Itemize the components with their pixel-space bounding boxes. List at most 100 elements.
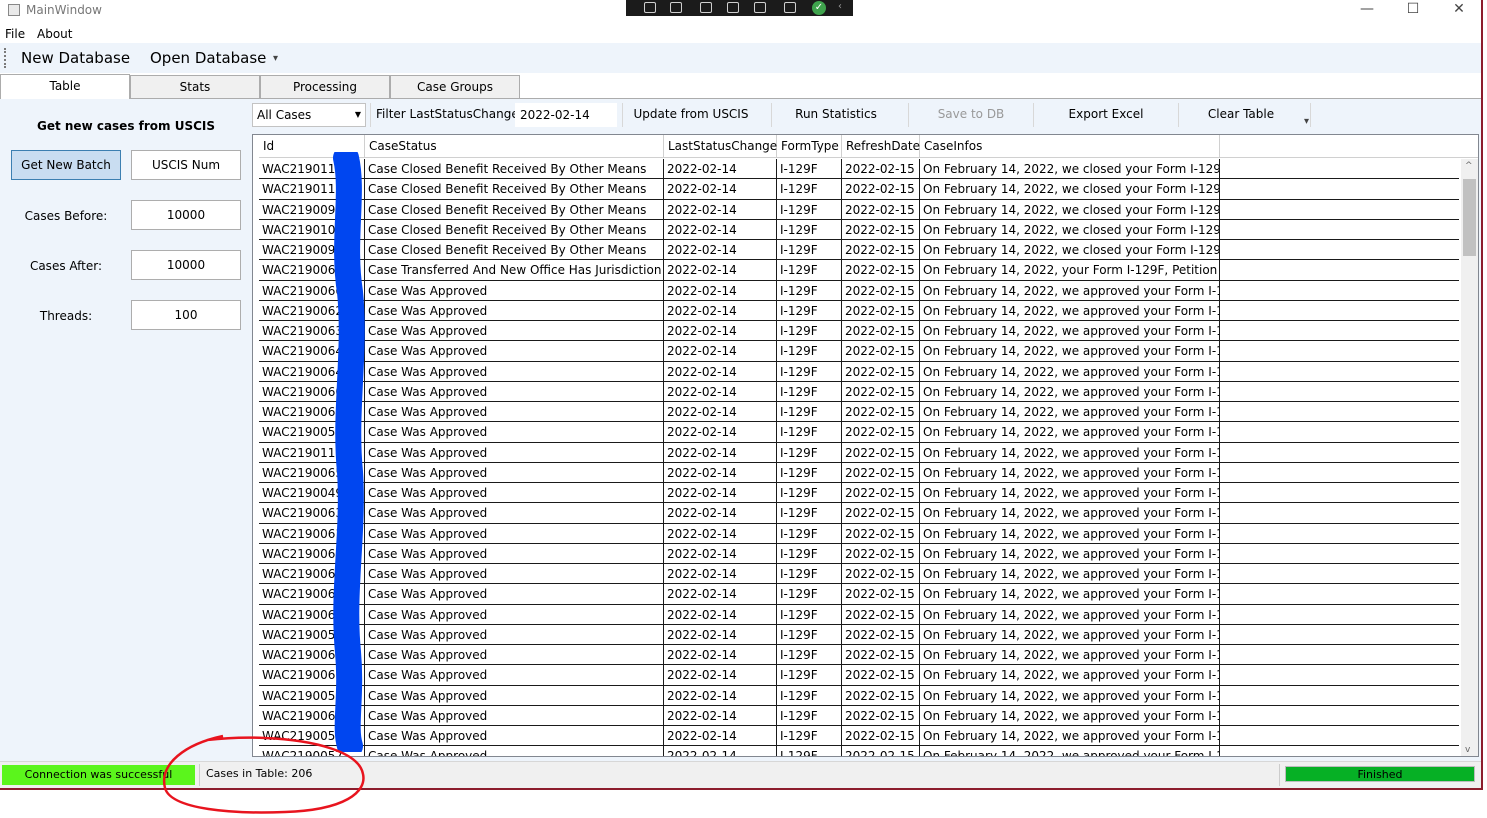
table-row[interactable]: WAC2190060 Case Was Approved 2022-02-14 I-1… xyxy=(259,604,1459,625)
cell-casestatus[interactable]: Case Closed Benefit Received By Other Me… xyxy=(365,199,664,220)
cell-caseinfos[interactable]: On February 14, 2022, we approved your F… xyxy=(920,381,1220,402)
cell-casestatus[interactable]: Case Closed Benefit Received By Other Me… xyxy=(365,240,664,260)
table-row[interactable]: WAC2190064 Case Was Approved 2022-02-14 I-1… xyxy=(259,341,1459,362)
cell-caseinfos[interactable]: On February 14, 2022, we approved your F… xyxy=(920,483,1220,503)
cell-laststatuschange[interactable]: 2022-02-14 xyxy=(664,705,777,726)
cell-refreshdate[interactable]: 2022-02-15 xyxy=(842,705,920,726)
cell-refreshdate[interactable]: 2022-02-15 xyxy=(842,523,920,544)
table-row[interactable]: WAC2190064 Case Was Approved 2022-02-14 I-1… xyxy=(259,402,1459,423)
toolbar-grip[interactable] xyxy=(4,48,7,68)
cell-refreshdate[interactable]: 2022-02-15 xyxy=(842,361,920,382)
cell-refreshdate[interactable]: 2022-02-15 xyxy=(842,685,920,706)
cell-casestatus[interactable]: Case Was Approved xyxy=(365,321,664,341)
cell-refreshdate[interactable]: 2022-02-15 xyxy=(842,321,920,341)
cell-caseinfos[interactable]: On February 14, 2022, we approved your F… xyxy=(920,584,1220,605)
cell-formtype[interactable]: I-129F xyxy=(777,503,842,524)
cell-casestatus[interactable]: Case Was Approved xyxy=(365,584,664,605)
cell-casestatus[interactable]: Case Was Approved xyxy=(365,665,664,686)
cell-laststatuschange[interactable]: 2022-02-14 xyxy=(664,564,777,584)
cell-casestatus[interactable]: Case Was Approved xyxy=(365,442,664,463)
cell-laststatuschange[interactable]: 2022-02-14 xyxy=(664,726,777,746)
cell-caseinfos[interactable]: On February 14, 2022, we approved your F… xyxy=(920,280,1220,301)
cell-formtype[interactable]: I-129F xyxy=(777,442,842,463)
cell-formtype[interactable]: I-129F xyxy=(777,665,842,686)
cell-laststatuschange[interactable]: 2022-02-14 xyxy=(664,341,777,362)
cell-formtype[interactable]: I-129F xyxy=(777,240,842,260)
table-row[interactable]: WAC2190058 Case Was Approved 2022-02-14 I-1… xyxy=(259,624,1459,645)
table-row[interactable]: WAC2190113 Case Closed Benefit Received B… xyxy=(259,159,1459,180)
table-row[interactable]: WAC2190062 Case Was Approved 2022-02-14 I-1… xyxy=(259,300,1459,321)
cell-caseinfos[interactable]: On February 14, 2022, we approved your F… xyxy=(920,746,1220,756)
cases-after-input[interactable]: 10000 xyxy=(131,250,241,280)
cell-caseinfos[interactable]: On February 14, 2022, we approved your F… xyxy=(920,604,1220,625)
cell-laststatuschange[interactable]: 2022-02-14 xyxy=(664,199,777,220)
cell-laststatuschange[interactable]: 2022-02-14 xyxy=(664,442,777,463)
cell-formtype[interactable]: I-129F xyxy=(777,746,842,756)
table-row[interactable]: WAC2190065 Case Transferred And New Offic… xyxy=(259,260,1459,281)
table-row[interactable]: WAC2190064 Case Was Approved 2022-02-14 I-1… xyxy=(259,564,1459,585)
cell-laststatuschange[interactable]: 2022-02-14 xyxy=(664,604,777,625)
cell-casestatus[interactable]: Case Was Approved xyxy=(365,462,664,483)
cell-refreshdate[interactable]: 2022-02-15 xyxy=(842,564,920,584)
threads-input[interactable]: 100 xyxy=(131,300,241,330)
cell-refreshdate[interactable]: 2022-02-15 xyxy=(842,341,920,362)
column-header-casestatus[interactable]: CaseStatus xyxy=(365,135,664,158)
cell-laststatuschange[interactable]: 2022-02-14 xyxy=(664,624,777,645)
capture-region-icon[interactable] xyxy=(644,2,656,13)
cell-refreshdate[interactable]: 2022-02-15 xyxy=(842,159,920,179)
cell-laststatuschange[interactable]: 2022-02-14 xyxy=(664,746,777,756)
cases-data-grid[interactable]: Id CaseStatus LastStatusChange FormType … xyxy=(252,134,1479,757)
scroll-down-icon[interactable]: v xyxy=(1465,745,1470,755)
cell-caseinfos[interactable]: On February 14, 2022, we approved your F… xyxy=(920,341,1220,362)
table-row[interactable]: WAC2190063 Case Was Approved 2022-02-14 I-1… xyxy=(259,321,1459,342)
table-row[interactable]: WAC2190104 Case Closed Benefit Received B… xyxy=(259,219,1459,240)
cell-laststatuschange[interactable]: 2022-02-14 xyxy=(664,179,777,200)
table-row[interactable]: WAC2190062 Case Was Approved 2022-02-14 I-1… xyxy=(259,584,1459,605)
update-from-uscis-button[interactable]: Update from USCIS xyxy=(628,107,754,121)
maximize-icon[interactable]: ☐ xyxy=(1390,0,1436,20)
cell-laststatuschange[interactable]: 2022-02-14 xyxy=(664,361,777,382)
cell-caseinfos[interactable]: On February 14, 2022, we approved your F… xyxy=(920,665,1220,686)
scroll-up-icon[interactable]: ^ xyxy=(1465,161,1473,171)
column-header-refreshdate[interactable]: RefreshDate xyxy=(842,135,920,158)
menu-file[interactable]: File xyxy=(5,27,25,41)
window-capture-icon[interactable] xyxy=(727,2,739,13)
cell-laststatuschange[interactable]: 2022-02-14 xyxy=(664,665,777,686)
cell-formtype[interactable]: I-129F xyxy=(777,624,842,645)
fullscreen-capture-icon[interactable] xyxy=(754,2,766,13)
cell-refreshdate[interactable]: 2022-02-15 xyxy=(842,179,920,200)
collapse-icon[interactable]: ‹ xyxy=(838,1,842,12)
cell-formtype[interactable]: I-129F xyxy=(777,321,842,341)
cell-caseinfos[interactable]: On February 14, 2022, we approved your F… xyxy=(920,523,1220,544)
cell-casestatus[interactable]: Case Was Approved xyxy=(365,381,664,402)
cell-laststatuschange[interactable]: 2022-02-14 xyxy=(664,402,777,422)
cell-casestatus[interactable]: Case Was Approved xyxy=(365,685,664,706)
column-header-caseinfos[interactable]: CaseInfos xyxy=(920,135,1220,158)
cell-laststatuschange[interactable]: 2022-02-14 xyxy=(664,219,777,240)
cell-casestatus[interactable]: Case Closed Benefit Received By Other Me… xyxy=(365,159,664,179)
cell-formtype[interactable]: I-129F xyxy=(777,564,842,584)
cell-formtype[interactable]: I-129F xyxy=(777,300,842,321)
cell-laststatuschange[interactable]: 2022-02-14 xyxy=(664,685,777,706)
cell-formtype[interactable]: I-129F xyxy=(777,523,842,544)
filter-date-input[interactable]: 2022-02-14 xyxy=(515,103,617,127)
cell-casestatus[interactable]: Case Was Approved xyxy=(365,523,664,544)
cell-refreshdate[interactable]: 2022-02-15 xyxy=(842,726,920,746)
cell-caseinfos[interactable]: On February 14, 2022, we approved your F… xyxy=(920,543,1220,564)
cell-formtype[interactable]: I-129F xyxy=(777,604,842,625)
tab-stats[interactable]: Stats xyxy=(130,75,260,99)
table-row[interactable]: WAC2190111 Case Closed Benefit Received B… xyxy=(259,179,1459,200)
table-row[interactable]: WAC2190061 Case Was Approved 2022-02-14 I-1… xyxy=(259,523,1459,544)
cell-refreshdate[interactable]: 2022-02-15 xyxy=(842,624,920,645)
cell-caseinfos[interactable]: On February 14, 2022, we approved your F… xyxy=(920,422,1220,443)
cell-casestatus[interactable]: Case Was Approved xyxy=(365,645,664,665)
check-icon[interactable]: ✓ xyxy=(812,1,826,15)
table-row[interactable]: WAC2190056 Case Was Approved 2022-02-14 I-1… xyxy=(259,422,1459,443)
cell-caseinfos[interactable]: On February 14, 2022, we approved your F… xyxy=(920,564,1220,584)
cases-before-input[interactable]: 10000 xyxy=(131,200,241,230)
cell-refreshdate[interactable]: 2022-02-15 xyxy=(842,462,920,483)
table-row[interactable]: WAC2190063 Case Was Approved 2022-02-14 I-1… xyxy=(259,503,1459,524)
tab-table[interactable]: Table xyxy=(0,74,130,99)
cell-refreshdate[interactable]: 2022-02-15 xyxy=(842,240,920,260)
cell-formtype[interactable]: I-129F xyxy=(777,280,842,301)
